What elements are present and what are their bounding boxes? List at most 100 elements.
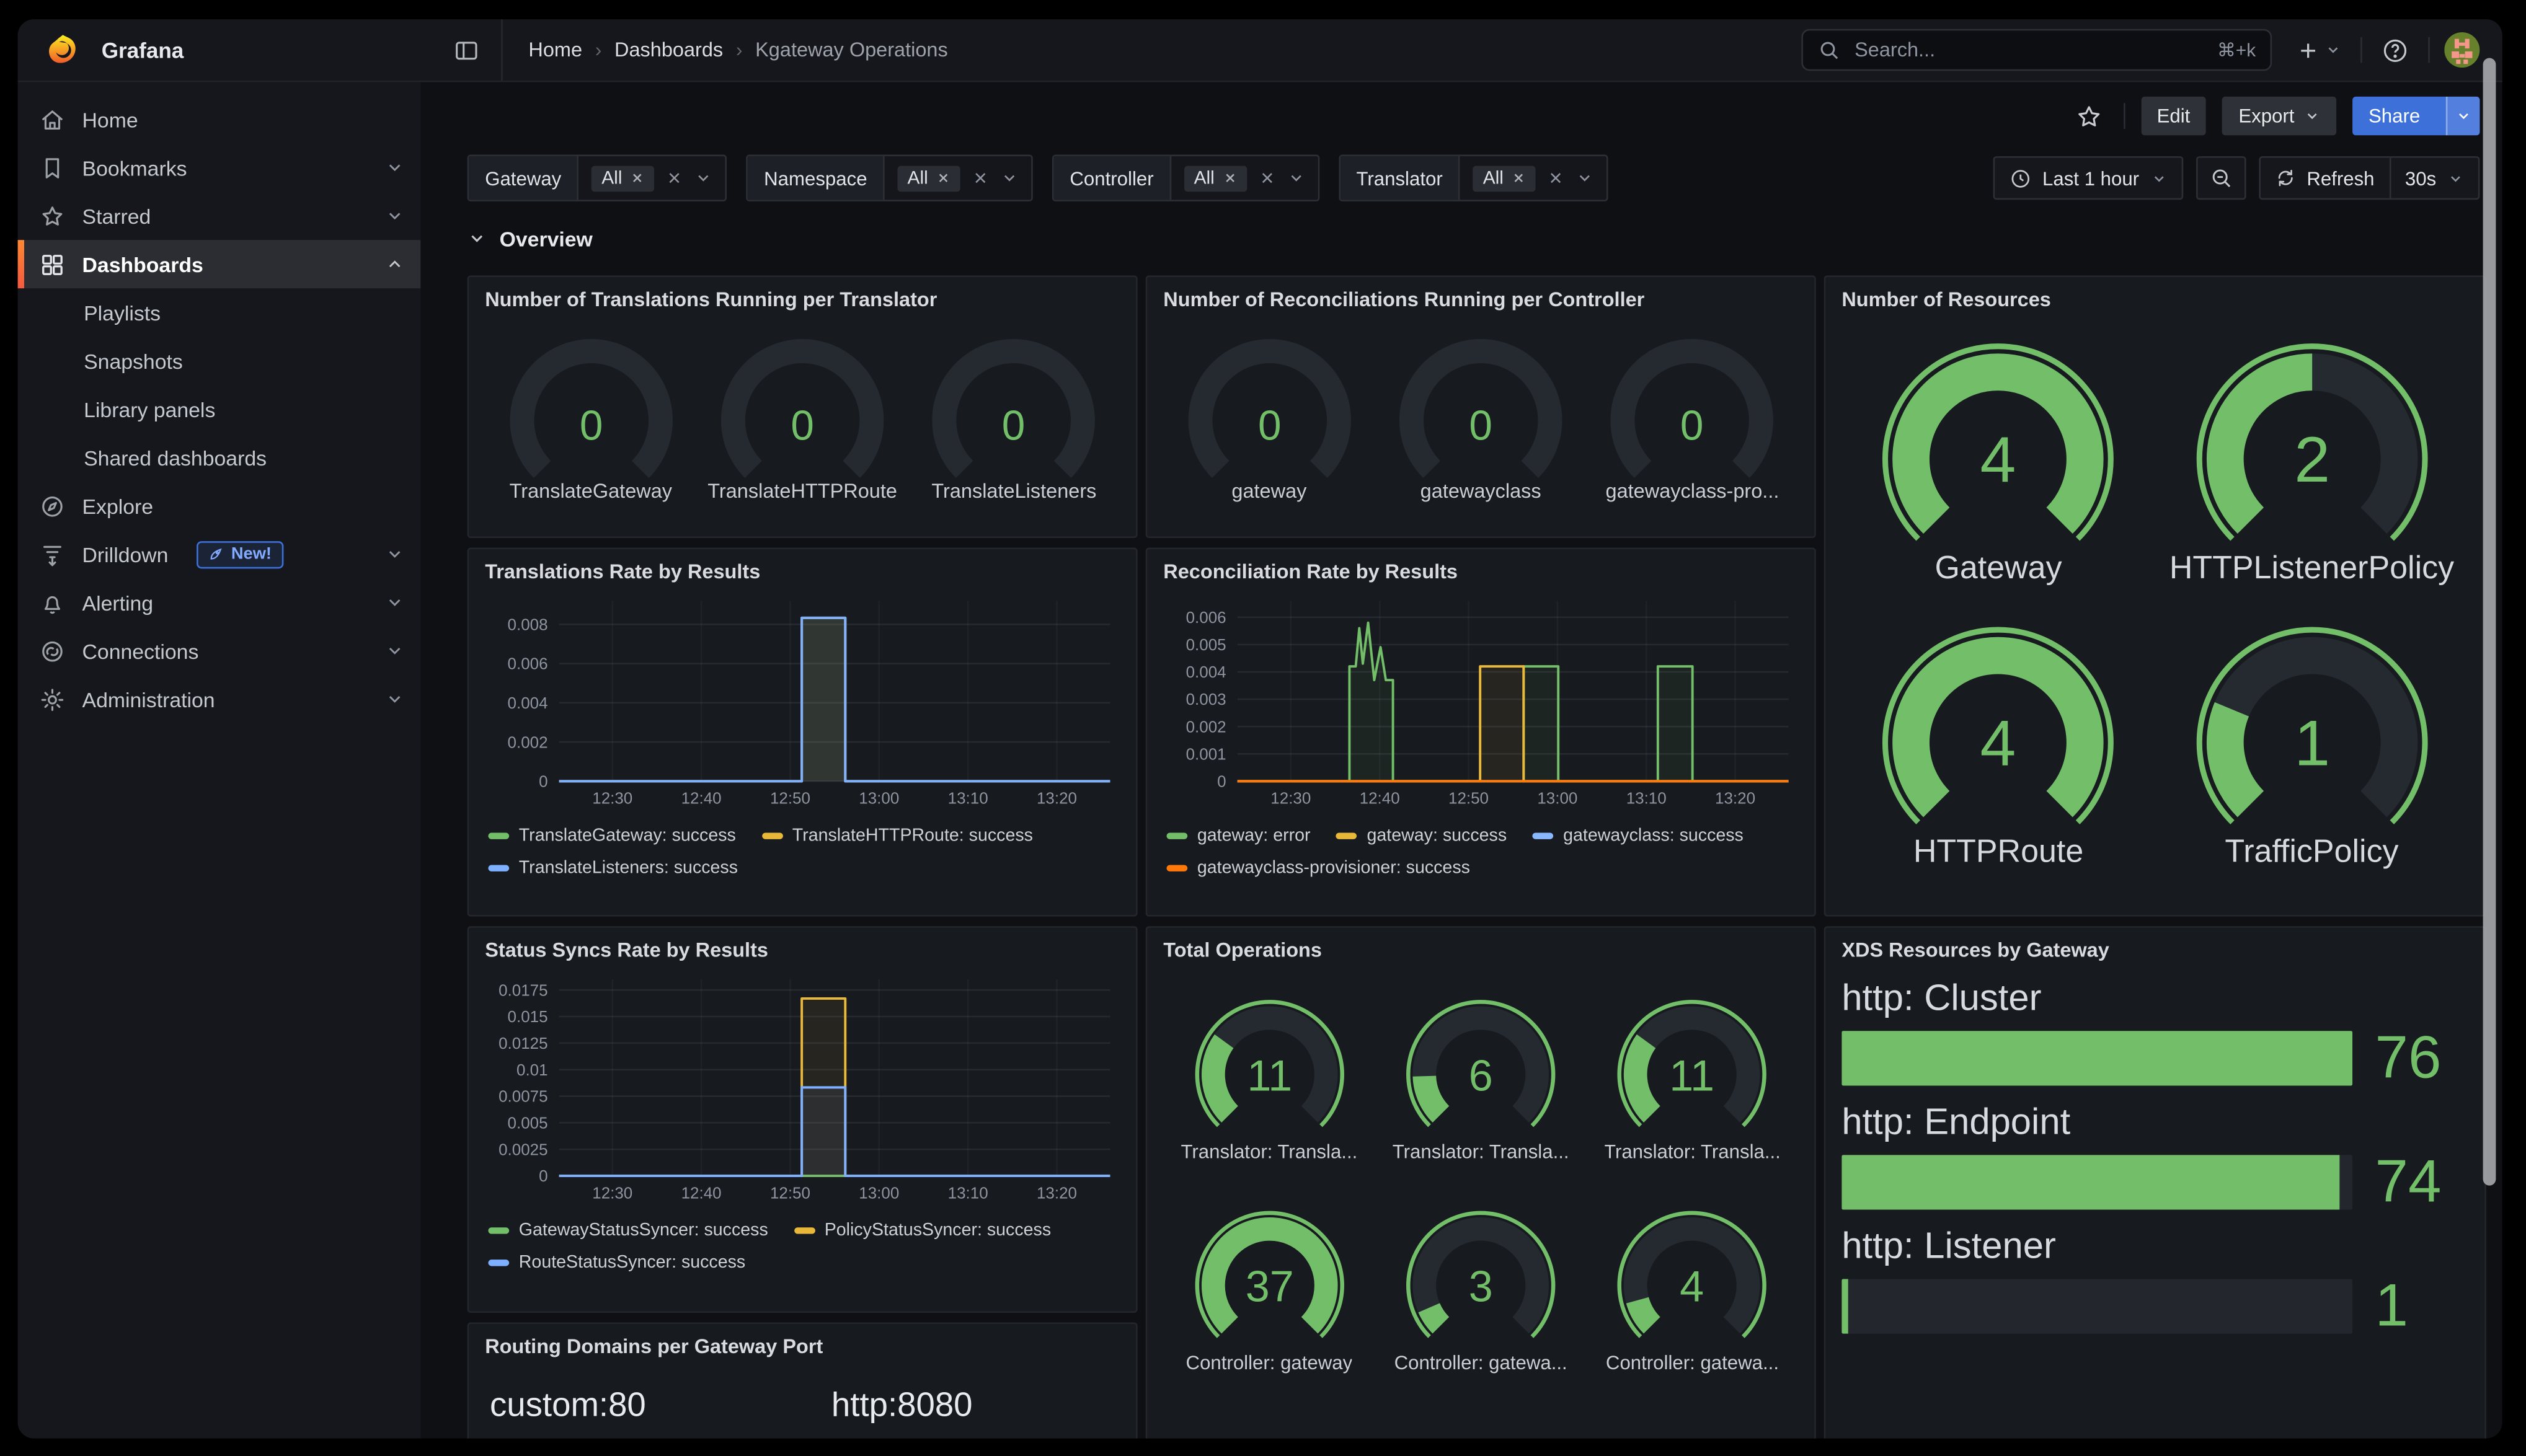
svg-text:0: 0 (1217, 772, 1226, 790)
variable-chip: All (592, 165, 655, 191)
variable-gateway: Gateway All (468, 154, 727, 201)
panel-title[interactable]: Routing Domains per Gateway Port (485, 1335, 1120, 1357)
nav-left: Grafana (18, 19, 503, 81)
sidebar-item-alerting[interactable]: Alerting (18, 578, 421, 627)
scrollbar-thumb[interactable] (2483, 58, 2496, 1186)
timeseries-chart: 00.00250.0050.00750.010.01250.0150.01751… (485, 966, 1120, 1273)
export-button[interactable]: Export (2222, 97, 2336, 135)
gear-icon (38, 686, 66, 713)
variable-label[interactable]: Translator (1341, 156, 1461, 200)
sidebar-item-shared-dashboards[interactable]: Shared dashboards (18, 433, 421, 482)
add-new-button[interactable] (2291, 33, 2346, 67)
svg-text:0.003: 0.003 (1186, 690, 1226, 708)
legend-item[interactable]: gateway: success (1336, 826, 1507, 845)
variable-controller: Controller All (1052, 154, 1319, 201)
sidebar-item-starred[interactable]: Starred (18, 192, 421, 240)
panel-title[interactable]: Number of Reconciliations Running per Co… (1163, 288, 1798, 311)
grafana-logo[interactable] (40, 27, 86, 73)
share-caret-button[interactable] (2446, 97, 2480, 135)
legend-item[interactable]: gatewayclass: success (1533, 826, 1744, 845)
zoom-out-button[interactable] (2196, 156, 2246, 200)
legend-item[interactable]: PolicyStatusSyncer: success (794, 1221, 1051, 1240)
variable-label[interactable]: Namespace (748, 156, 885, 200)
sidebar-toggle-icon[interactable] (448, 32, 485, 69)
refresh-button[interactable]: Refresh (2260, 158, 2389, 198)
sidebar-item-bookmarks[interactable]: Bookmarks (18, 143, 421, 192)
panel-title[interactable]: Status Syncs Rate by Results (485, 939, 1120, 961)
legend-item[interactable]: RouteStatusSyncer: success (488, 1253, 745, 1273)
bar-value: 74 (2375, 1155, 2468, 1209)
remove-value-icon (630, 170, 644, 185)
bar-gauge: http: Endpoint 74 (1841, 1100, 2468, 1210)
time-range-picker[interactable]: Last 1 hour (1992, 156, 2183, 200)
star-dashboard-button[interactable] (2070, 97, 2107, 135)
svg-text:3: 3 (1469, 1262, 1493, 1311)
svg-text:0.004: 0.004 (1186, 663, 1226, 681)
sidebar-item-library-panels[interactable]: Library panels (18, 385, 421, 433)
svg-text:0.006: 0.006 (508, 655, 548, 673)
svg-text:11: 11 (1246, 1051, 1292, 1100)
panel-title[interactable]: XDS Resources by Gateway (1841, 939, 2468, 961)
variable-value-area[interactable]: All (1460, 156, 1606, 200)
dashboards-grid-icon (38, 250, 66, 278)
clear-all-icon (972, 169, 990, 187)
avatar[interactable] (2444, 32, 2479, 68)
sidebar-item-dashboards[interactable]: Dashboards (18, 240, 421, 288)
bar-track (1841, 1279, 2352, 1333)
svg-text:0: 0 (579, 402, 603, 449)
help-button[interactable] (2377, 32, 2414, 69)
refresh-interval-select[interactable]: 30s (2389, 158, 2478, 198)
legend-item[interactable]: TranslateGateway: success (488, 826, 735, 845)
sidebar-item-snapshots[interactable]: Snapshots (18, 337, 421, 385)
svg-text:12:40: 12:40 (681, 789, 722, 808)
breadcrumb-separator: › (595, 38, 601, 61)
sidebar-item-explore[interactable]: Explore (18, 482, 421, 530)
nav-actions (2272, 32, 2502, 69)
legend-item[interactable]: TranslateListeners: success (488, 858, 738, 878)
sidebar-item-home[interactable]: Home (18, 95, 421, 143)
panel-title[interactable]: Total Operations (1163, 939, 1798, 961)
row-overview-toggle[interactable]: Overview (420, 211, 2502, 259)
variable-label[interactable]: Gateway (469, 156, 579, 200)
chart-legend: TranslateGateway: success TranslateHTTPRo… (485, 826, 1120, 878)
svg-text:12:40: 12:40 (1360, 789, 1400, 808)
chart-legend: gateway: error gateway: success gatewaycla… (1163, 826, 1798, 878)
sidebar-item-playlists[interactable]: Playlists (18, 288, 421, 337)
svg-text:13:00: 13:00 (1537, 789, 1577, 808)
sidebar-item-connections[interactable]: Connections (18, 627, 421, 675)
breadcrumb-dashboards[interactable]: Dashboards (614, 38, 723, 61)
variable-value-area[interactable]: All (885, 156, 1031, 200)
variable-label[interactable]: Controller (1053, 156, 1171, 200)
bar-label: http: Endpoint (1841, 1100, 2468, 1144)
gauge: 0 (1592, 327, 1792, 490)
variable-chip: All (1473, 165, 1536, 191)
variable-value-area[interactable]: All (579, 156, 725, 200)
panel-title[interactable]: Reconciliation Rate by Results (1163, 560, 1798, 583)
share-button[interactable]: Share (2352, 97, 2479, 135)
svg-text:13:10: 13:10 (1626, 789, 1667, 808)
gauge: 3 (1384, 1195, 1577, 1357)
gauge: 4 (1848, 320, 2148, 563)
sidebar: Home Bookmarks Starred Dashboards Playli… (18, 82, 421, 1439)
edit-button[interactable]: Edit (2141, 97, 2207, 135)
search-input[interactable] (1851, 37, 2206, 63)
svg-text:0.0175: 0.0175 (499, 981, 547, 999)
svg-text:0.001: 0.001 (1186, 744, 1226, 763)
legend-item[interactable]: gateway: error (1166, 826, 1310, 845)
sidebar-item-administration[interactable]: Administration (18, 675, 421, 723)
search-box[interactable]: ⌘+k (1801, 29, 2272, 71)
chevron-up-icon (385, 255, 404, 274)
breadcrumb-home[interactable]: Home (528, 38, 582, 61)
panel-title[interactable]: Number of Translations Running per Trans… (485, 288, 1120, 311)
svg-text:13:00: 13:00 (859, 1183, 899, 1202)
panel-title[interactable]: Translations Rate by Results (485, 560, 1120, 583)
variable-translator: Translator All (1339, 154, 1608, 201)
legend-item[interactable]: gatewayclass-provisioner: success (1166, 858, 1469, 878)
sidebar-item-drilldown[interactable]: Drilldown New! (18, 530, 421, 578)
svg-text:12:50: 12:50 (1448, 789, 1489, 808)
legend-item[interactable]: GatewayStatusSyncer: success (488, 1221, 768, 1240)
panel-title[interactable]: Number of Resources (1841, 288, 2468, 311)
legend-item[interactable]: TranslateHTTPRoute: success (761, 826, 1033, 845)
variable-value-area[interactable]: All (1171, 156, 1318, 200)
svg-text:0.002: 0.002 (1186, 717, 1226, 736)
